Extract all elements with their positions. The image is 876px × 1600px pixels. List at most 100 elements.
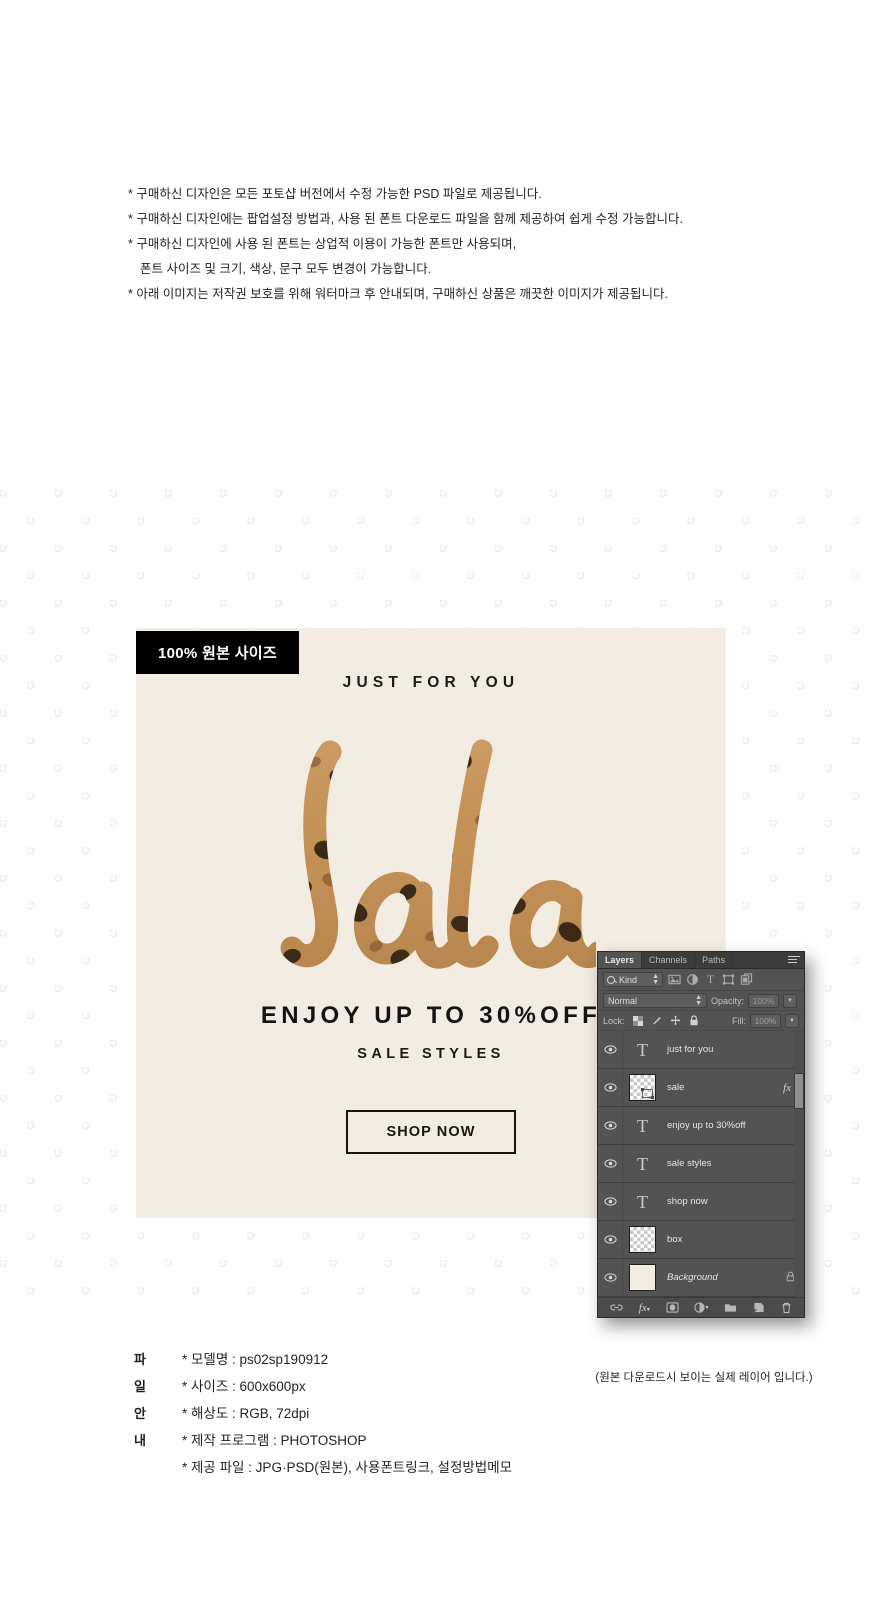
purchase-notice-block: * 구매하신 디자인은 모든 포토샵 버전에서 수정 가능한 PSD 파일로 제…	[128, 182, 808, 307]
layer-row-sale-styles[interactable]: T sale styles	[598, 1145, 804, 1183]
adjustment-layer-icon[interactable]	[686, 973, 699, 986]
eye-icon	[603, 1235, 617, 1244]
shape-layer-icon[interactable]	[722, 973, 735, 986]
layer-list: T just for you sale fx ▼ T enjoy up to 3…	[598, 1031, 804, 1297]
file-info-row: 파 * 모델명 : ps02sp190912	[134, 1348, 512, 1375]
panel-menu-icon[interactable]	[788, 956, 800, 965]
layer-thumbnail: T	[623, 1155, 662, 1173]
layer-mask-icon[interactable]	[666, 1302, 679, 1313]
eye-icon	[603, 1159, 617, 1168]
layer-visibility-toggle[interactable]	[598, 1259, 623, 1296]
type-layer-icon[interactable]: T	[704, 973, 717, 986]
notice-line-5: * 아래 이미지는 저작권 보호를 위해 워터마크 후 안내되며, 구매하신 상…	[128, 287, 668, 301]
file-info-side-char: 안	[134, 1406, 146, 1421]
layer-visibility-toggle[interactable]	[598, 1145, 623, 1182]
opacity-label: Opacity:	[711, 995, 745, 1006]
layer-visibility-toggle[interactable]	[598, 1107, 623, 1144]
chevron-updown-icon: ▲ ▼	[652, 972, 659, 986]
file-info-side-char: 파	[134, 1352, 146, 1367]
position-lock-icon[interactable]	[670, 1015, 681, 1026]
layer-thumbnail: T	[623, 1041, 662, 1059]
layer-name: just for you	[667, 1044, 714, 1055]
link-layers-icon[interactable]	[610, 1302, 623, 1313]
layer-name: box	[667, 1234, 683, 1245]
layer-style-fx-icon[interactable]: fx▾	[639, 1302, 650, 1314]
page-root: * 구매하신 디자인은 모든 포토샵 버전에서 수정 가능한 PSD 파일로 제…	[0, 0, 876, 1600]
blend-opacity-row: Normal ▲ ▼ Opacity: 100% ▼	[598, 991, 804, 1011]
eye-icon	[603, 1273, 617, 1282]
photoshop-layers-panel: Layers Channels Paths Kind ▲ ▼ T Normal ▲…	[597, 951, 805, 1318]
eye-icon	[603, 1197, 617, 1206]
layer-name: Background	[667, 1272, 718, 1283]
blend-mode-value: Normal	[608, 995, 638, 1006]
eye-icon	[603, 1121, 617, 1130]
type-layer-icon: T	[637, 1039, 648, 1060]
fill-label: Fill:	[732, 1015, 746, 1026]
layer-row-shop-now[interactable]: T shop now	[598, 1183, 804, 1221]
all-lock-icon[interactable]	[689, 1015, 699, 1026]
opacity-chevron-down-icon[interactable]: ▼	[783, 993, 798, 1008]
transparency-lock-icon[interactable]	[632, 1015, 643, 1026]
layer-name: sale styles	[667, 1158, 712, 1169]
tab-channels[interactable]: Channels	[642, 952, 696, 968]
eye-icon	[603, 1083, 617, 1092]
delete-layer-icon[interactable]	[781, 1302, 792, 1314]
notice-line-3: * 구매하신 디자인에 사용 된 폰트는 상업적 이용이 가능한 폰트만 사용되…	[128, 237, 517, 251]
file-info-block: 파 * 모델명 : ps02sp190912 일 * 사이즈 : 600x600…	[134, 1348, 512, 1483]
transparent-thumbnail	[629, 1074, 656, 1101]
chevron-updown-icon: ▲ ▼	[695, 993, 702, 1007]
search-icon	[607, 975, 615, 984]
filter-kind-dropdown[interactable]: Kind ▲ ▼	[603, 972, 663, 987]
original-size-badge: 100% 원본 사이즈	[136, 631, 299, 674]
file-info-value: * 해상도 : RGB, 72dpi	[182, 1406, 310, 1421]
shop-now-button[interactable]: SHOP NOW	[346, 1110, 516, 1154]
pixel-layer-icon[interactable]	[668, 973, 681, 986]
layer-style-fx-icon[interactable]: fx	[783, 1082, 794, 1094]
type-layer-icon: T	[637, 1115, 648, 1136]
notice-line-2: * 구매하신 디자인에는 팝업설정 방법과, 사용 된 폰트 다운로드 파일을 …	[128, 212, 683, 226]
layer-thumbnail	[623, 1074, 662, 1101]
layer-name: sale	[667, 1082, 685, 1093]
smart-object-icon[interactable]	[740, 973, 753, 986]
file-info-value: * 제공 파일 : JPG·PSD(원본), 사용폰트링크, 설정방법메모	[182, 1460, 513, 1475]
layer-thumbnail	[623, 1226, 662, 1253]
layer-visibility-toggle[interactable]	[598, 1031, 623, 1068]
lock-fill-row: Lock: Fill: 100% ▼	[598, 1011, 804, 1031]
adjustment-layer-icon[interactable]: ▾	[694, 1302, 708, 1313]
brush-lock-icon[interactable]	[651, 1015, 662, 1026]
fill-chevron-down-icon[interactable]: ▼	[785, 1013, 799, 1028]
layer-visibility-toggle[interactable]	[598, 1221, 623, 1258]
blend-mode-dropdown[interactable]: Normal ▲ ▼	[603, 993, 707, 1008]
layer-thumbnail	[623, 1264, 662, 1291]
layer-list-scrollbar-track[interactable]	[794, 1031, 804, 1297]
new-group-icon[interactable]	[724, 1302, 737, 1313]
layer-visibility-toggle[interactable]	[598, 1183, 623, 1220]
layer-row-enjoy-up-to-30off[interactable]: T enjoy up to 30%off	[598, 1107, 804, 1145]
panel-tab-bar: Layers Channels Paths	[598, 952, 804, 969]
fill-value[interactable]: 100%	[750, 1013, 781, 1028]
file-info-row: 일 * 사이즈 : 600x600px	[134, 1375, 512, 1402]
panel-bottom-toolbar: fx▾ ▾	[598, 1297, 804, 1317]
filter-kind-label: Kind	[619, 974, 638, 985]
transform-handles-icon	[641, 1088, 654, 1099]
panel-caption: (원본 다운로드시 보이는 실제 레이어 입니다.)	[595, 1372, 813, 1384]
tab-layers[interactable]: Layers	[598, 952, 643, 968]
notice-line-1: * 구매하신 디자인은 모든 포토샵 버전에서 수정 가능한 PSD 파일로 제…	[128, 187, 542, 201]
file-info-value: * 모델명 : ps02sp190912	[182, 1352, 329, 1367]
layer-row-just-for-you[interactable]: T just for you	[598, 1031, 804, 1069]
file-info-row: 내 * 제작 프로그램 : PHOTOSHOP	[134, 1429, 512, 1456]
layer-visibility-toggle[interactable]	[598, 1069, 623, 1106]
canvas-headline-top: JUST FOR YOU	[342, 674, 520, 691]
new-layer-icon[interactable]	[753, 1302, 765, 1313]
layer-row-sale[interactable]: sale fx ▼	[598, 1069, 804, 1107]
lock-label: Lock:	[603, 1015, 625, 1026]
tab-paths[interactable]: Paths	[695, 952, 734, 968]
opacity-value[interactable]: 100%	[748, 993, 780, 1008]
type-layer-icon: T	[637, 1153, 648, 1174]
layer-filter-row: Kind ▲ ▼ T	[598, 969, 804, 991]
layer-row-box[interactable]: box	[598, 1221, 804, 1259]
layer-list-scrollbar-thumb[interactable]	[794, 1073, 804, 1109]
type-layer-icon: T	[637, 1191, 648, 1212]
file-info-row: * 제공 파일 : JPG·PSD(원본), 사용폰트링크, 설정방법메모	[134, 1456, 512, 1483]
layer-row-background[interactable]: Background	[598, 1259, 804, 1297]
